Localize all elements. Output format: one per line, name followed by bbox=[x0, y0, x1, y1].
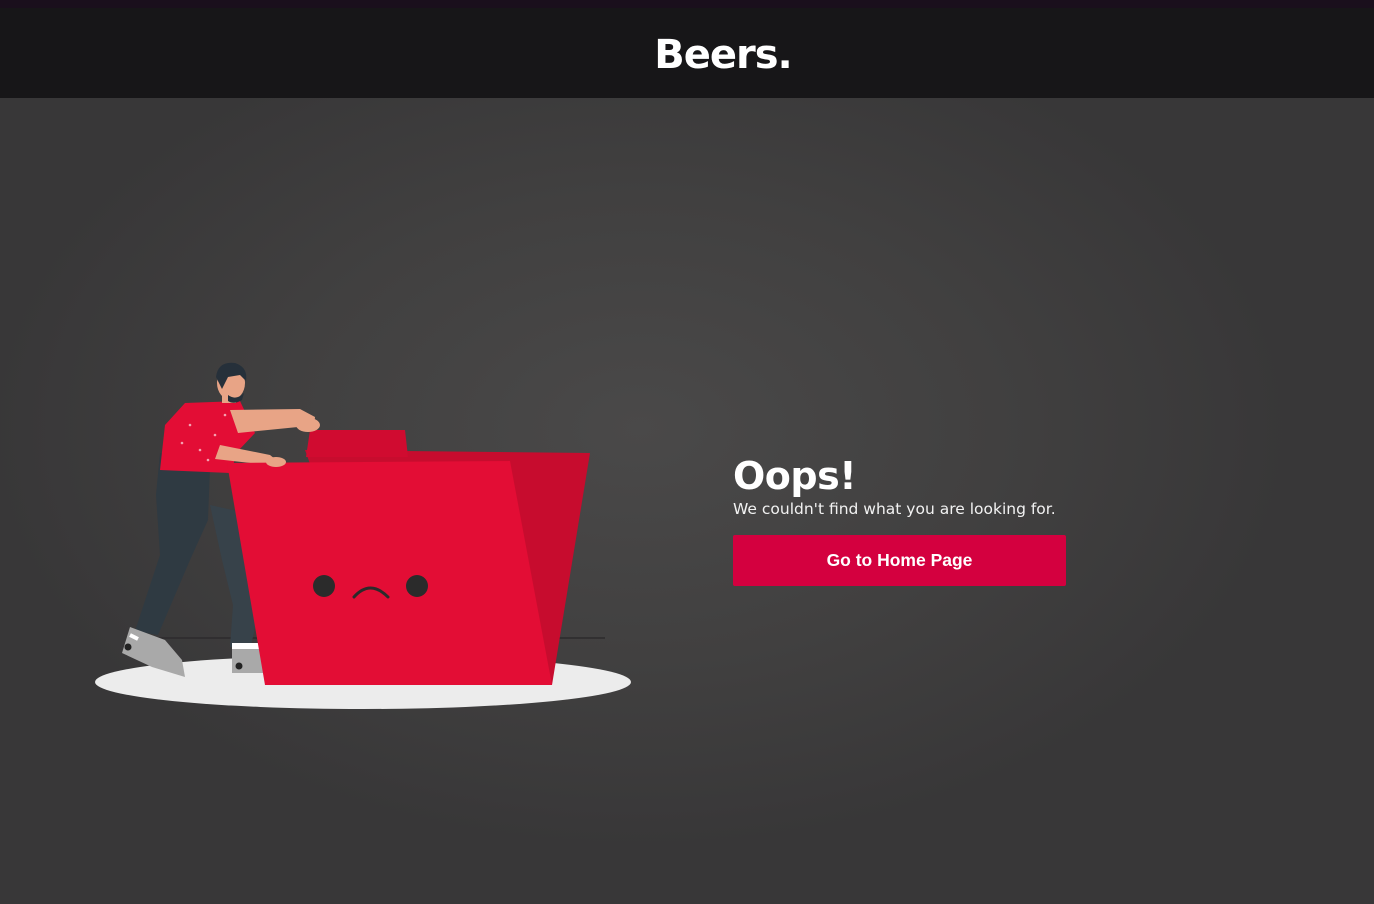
person-leg-front bbox=[135, 453, 210, 635]
sad-folder-illustration bbox=[95, 362, 631, 709]
site-logo[interactable]: Beers. bbox=[0, 32, 1374, 78]
top-accent-strip bbox=[0, 0, 1374, 8]
error-subtitle: We couldn't find what you are looking fo… bbox=[733, 500, 1056, 518]
error-title: Oops! bbox=[733, 454, 857, 498]
folder-tab bbox=[306, 430, 408, 457]
error-message-block: Oops! We couldn't find what you are look… bbox=[733, 453, 1093, 519]
go-home-button[interactable]: Go to Home Page bbox=[733, 535, 1066, 586]
folder-eye-left bbox=[313, 575, 335, 597]
site-header: Beers. bbox=[0, 8, 1374, 98]
folder-eye-right bbox=[406, 575, 428, 597]
folder-front bbox=[227, 461, 552, 685]
